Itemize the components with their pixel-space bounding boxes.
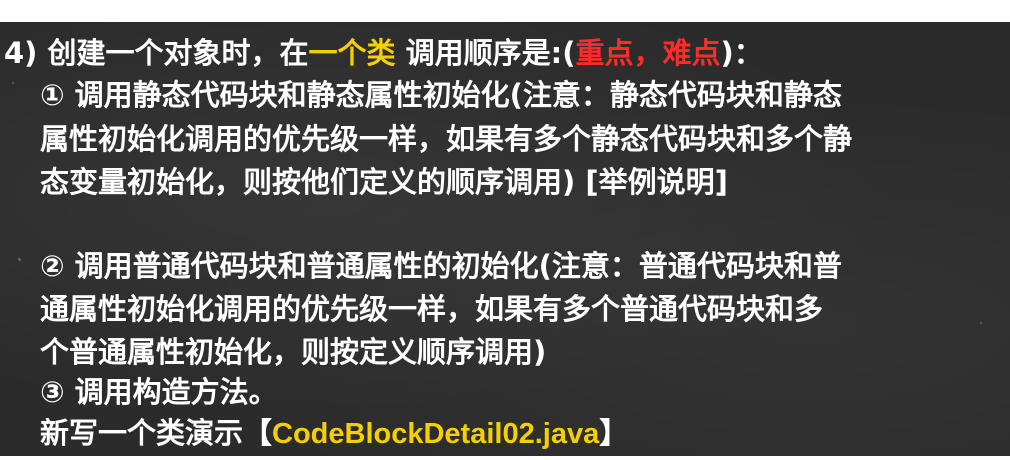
chalk-speck (18, 258, 21, 261)
heading-middle: 调用顺序是:( (395, 36, 576, 70)
demo-prefix: 新写一个类演示【 (40, 416, 273, 450)
point-heading: 4) 创建一个对象时，在一个类 调用顺序是:(重点，难点)： (4, 34, 763, 72)
chalk-speck (12, 82, 14, 84)
item1-line-c: 态变量初始化，则按他们定义的顺序调用) [举例说明] (40, 165, 728, 199)
heading-highlight-one-class: 一个类 (308, 36, 396, 70)
item2-line-c: 个普通属性初始化，则按定义顺序调用) (40, 335, 547, 369)
chalk-speck (980, 322, 982, 324)
item3-line: ③ 调用构造方法。 (40, 375, 278, 409)
demo-suffix: 】 (599, 416, 629, 450)
demo-line: 新写一个类演示【CodeBlockDetail02.java】 (40, 414, 628, 453)
demo-filename: CodeBlockDetail02.java (272, 418, 600, 450)
item2-line-b: 通属性初始化调用的优先级一样，如果有多个普通代码块和多 (40, 292, 824, 326)
item1-line-a: ① 调用静态代码块和静态属性初始化(注意：静态代码块和静态 (40, 78, 842, 112)
item2-line-a: ② 调用普通代码块和普通属性的初始化(注意：普通代码块和普 (40, 249, 842, 283)
heading-emphasis: 重点，难点 (575, 36, 721, 70)
heading-prefix: 4) 创建一个对象时，在 (4, 36, 309, 70)
slide-content: 4) 创建一个对象时，在一个类 调用顺序是:(重点，难点)： ① 调用静态代码块… (0, 22, 1010, 456)
heading-suffix: )： (720, 36, 763, 70)
item1-line-b: 属性初始化调用的优先级一样，如果有多个静态代码块和多个静 (40, 122, 853, 156)
